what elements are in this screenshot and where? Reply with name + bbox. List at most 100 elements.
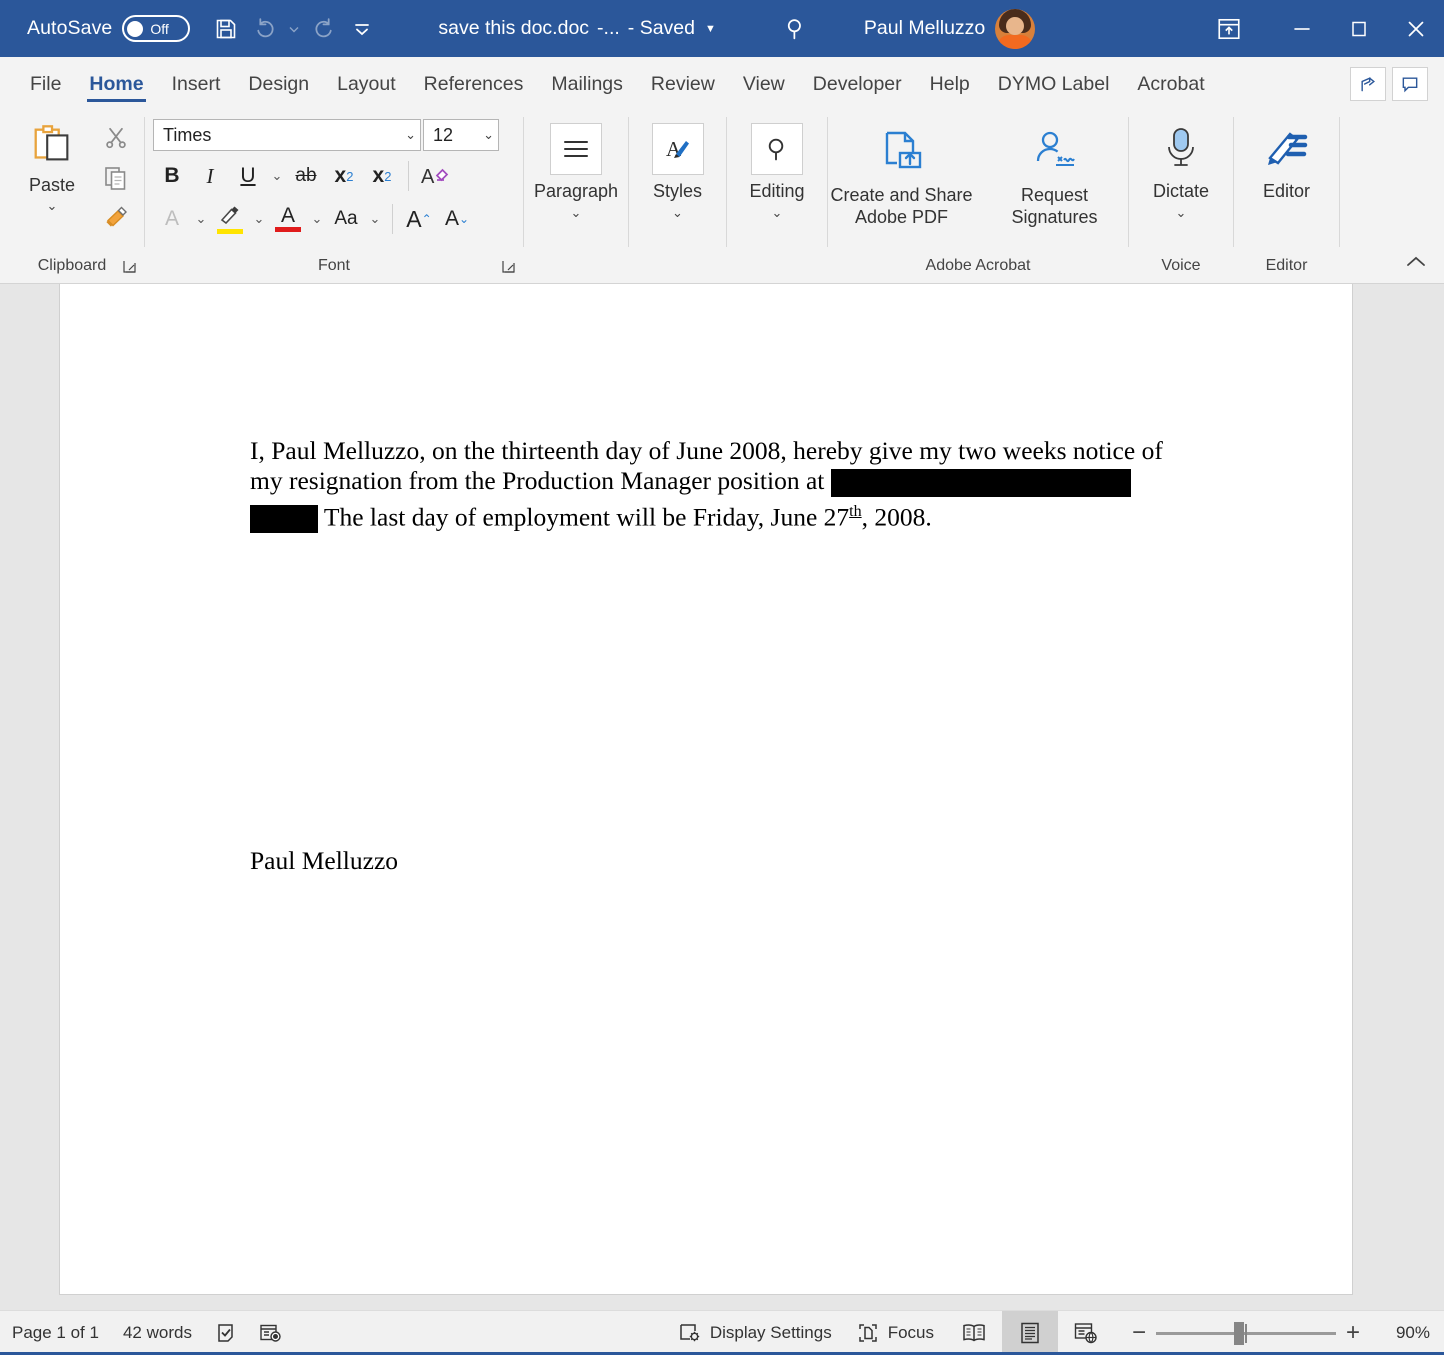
tab-review[interactable]: Review: [637, 73, 729, 109]
avatar[interactable]: [995, 8, 1036, 49]
tab-dymo-label[interactable]: DYMO Label: [984, 73, 1124, 109]
search-icon[interactable]: [776, 16, 816, 42]
web-layout-icon[interactable]: [1058, 1311, 1114, 1355]
italic-button[interactable]: I: [191, 158, 229, 194]
zoom-slider-track[interactable]: [1156, 1321, 1336, 1345]
maximize-icon[interactable]: [1330, 0, 1387, 57]
save-icon[interactable]: [208, 11, 244, 47]
display-settings-button[interactable]: Display Settings: [666, 1311, 844, 1355]
editing-chevron-down-icon[interactable]: ⌄: [772, 205, 783, 221]
account-area[interactable]: Paul Melluzzo: [864, 8, 1036, 49]
close-icon[interactable]: [1387, 0, 1444, 57]
change-case-chevron-down-icon[interactable]: ⌄: [365, 201, 385, 237]
font-dialog-launcher-icon[interactable]: [499, 257, 517, 275]
minimize-icon[interactable]: [1273, 0, 1330, 57]
tab-help[interactable]: Help: [916, 73, 984, 109]
document-signature[interactable]: Paul Melluzzo: [250, 846, 398, 876]
underline-button[interactable]: U: [229, 158, 267, 194]
font-color-button[interactable]: A: [269, 201, 307, 237]
status-bar: Page 1 of 1 42 words Display Settings Fo…: [0, 1310, 1444, 1355]
zoom-control[interactable]: − +: [1114, 1319, 1378, 1347]
undo-dropdown-chevron-down-icon[interactable]: [284, 11, 304, 47]
format-painter-icon[interactable]: [96, 199, 136, 237]
dictate-chevron-down-icon[interactable]: ⌄: [1176, 205, 1187, 221]
tab-insert[interactable]: Insert: [158, 73, 235, 109]
tab-mailings[interactable]: Mailings: [537, 73, 637, 109]
undo-icon[interactable]: [246, 11, 282, 47]
styles-button[interactable]: A Styles ⌄: [629, 117, 726, 221]
strikethrough-button[interactable]: ab: [287, 158, 325, 194]
dictate-button[interactable]: Dictate ⌄: [1131, 117, 1231, 221]
customize-quick-access-toolbar-icon[interactable]: [344, 11, 380, 47]
tab-layout[interactable]: Layout: [323, 73, 410, 109]
zoom-out-button[interactable]: −: [1122, 1319, 1156, 1347]
share-icon[interactable]: [1350, 67, 1386, 101]
word-count[interactable]: 42 words: [111, 1311, 204, 1355]
font-size-input[interactable]: 12 ⌄: [423, 119, 499, 151]
highlight-chevron-down-icon[interactable]: ⌄: [249, 201, 269, 237]
text-effects-chevron-down-icon[interactable]: ⌄: [191, 201, 211, 237]
autosave-toggle[interactable]: Off: [122, 15, 191, 42]
highlight-color-swatch: [217, 229, 243, 234]
document-page[interactable]: I, Paul Melluzzo, on the thirteenth day …: [60, 284, 1352, 1294]
paste-icon: [24, 117, 80, 173]
bold-button[interactable]: B: [153, 158, 191, 194]
quick-access-toolbar: [208, 11, 380, 47]
tab-file[interactable]: File: [16, 73, 75, 109]
editor-button[interactable]: Editor: [1237, 117, 1337, 202]
document-canvas[interactable]: I, Paul Melluzzo, on the thirteenth day …: [0, 284, 1444, 1310]
voice-group-label: Voice: [1161, 257, 1201, 274]
focus-button[interactable]: Focus: [844, 1311, 946, 1355]
request-signatures-icon: [1029, 125, 1081, 181]
create-and-share-adobe-pdf-button[interactable]: Create and Share Adobe PDF: [828, 117, 975, 229]
tab-home[interactable]: Home: [75, 73, 157, 109]
paragraph-chevron-down-icon[interactable]: ⌄: [571, 205, 582, 221]
tab-acrobat[interactable]: Acrobat: [1123, 73, 1218, 109]
redo-icon[interactable]: [306, 11, 342, 47]
clear-all-formatting-icon[interactable]: A: [416, 158, 454, 194]
change-case-button[interactable]: Aa: [327, 201, 365, 237]
editing-button[interactable]: Editing ⌄: [727, 117, 827, 221]
cut-scissors-icon[interactable]: [96, 119, 136, 157]
document-paragraph[interactable]: I, Paul Melluzzo, on the thirteenth day …: [250, 436, 1170, 534]
adobe-acrobat-group-label: Adobe Acrobat: [925, 257, 1031, 274]
tab-view[interactable]: View: [729, 73, 799, 109]
saved-status-chevron-down-icon[interactable]: ▼: [705, 23, 716, 35]
superscript-button[interactable]: x2: [363, 158, 401, 194]
tab-references[interactable]: References: [410, 73, 538, 109]
font-name-input[interactable]: Times ⌄: [153, 119, 421, 151]
paragraph-button[interactable]: Paragraph ⌄: [526, 117, 626, 221]
font-size-value: 12: [433, 124, 454, 145]
clipboard-dialog-launcher-icon[interactable]: [120, 257, 138, 275]
styles-chevron-down-icon[interactable]: ⌄: [672, 205, 683, 221]
accessibility-checker-icon[interactable]: [248, 1311, 292, 1355]
text-effects-button[interactable]: A: [153, 201, 191, 237]
request-signatures-button[interactable]: Request Signatures: [981, 117, 1128, 229]
comments-icon[interactable]: [1392, 67, 1428, 101]
zoom-in-button[interactable]: +: [1336, 1319, 1370, 1347]
shrink-font-button[interactable]: A ⌄: [438, 201, 476, 237]
print-layout-icon[interactable]: [1002, 1311, 1058, 1355]
document-title[interactable]: save this doc.doc -... - Saved ▼: [438, 17, 716, 40]
tab-design[interactable]: Design: [234, 73, 323, 109]
tab-developer[interactable]: Developer: [799, 73, 916, 109]
page-status[interactable]: Page 1 of 1: [0, 1311, 111, 1355]
font-color-chevron-down-icon[interactable]: ⌄: [307, 201, 327, 237]
paste-chevron-down-icon[interactable]: ⌄: [47, 198, 58, 214]
font-size-chevron-down-icon[interactable]: ⌄: [477, 127, 494, 143]
copy-icon[interactable]: [96, 159, 136, 197]
pdf-upload-icon: [876, 125, 928, 181]
ribbon-display-options-icon[interactable]: [1197, 0, 1261, 57]
read-mode-icon[interactable]: [946, 1311, 1002, 1355]
grow-font-button[interactable]: A ⌃: [400, 201, 438, 237]
zoom-percent-label[interactable]: 90%: [1378, 1323, 1444, 1343]
proofing-check-icon[interactable]: [204, 1311, 248, 1355]
font-name-chevron-down-icon[interactable]: ⌄: [399, 127, 416, 143]
underline-chevron-down-icon[interactable]: ⌄: [267, 158, 287, 194]
subscript-button[interactable]: x2: [325, 158, 363, 194]
zoom-slider-handle[interactable]: [1234, 1321, 1247, 1345]
text-highlight-color-button[interactable]: [211, 201, 249, 237]
paste-button[interactable]: Paste ⌄: [10, 117, 94, 214]
collapse-ribbon-chevron-up-icon[interactable]: [1402, 249, 1430, 275]
autosave-control[interactable]: AutoSave Off: [27, 15, 191, 42]
